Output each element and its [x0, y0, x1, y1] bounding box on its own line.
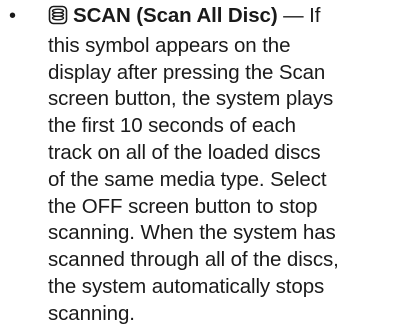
- line-6: track on all of the loaded discs: [48, 140, 321, 164]
- line-1: If: [309, 4, 321, 27]
- line-2: this symbol appears on the: [48, 33, 291, 57]
- line-7: of the same media type. Select: [48, 167, 327, 191]
- line-9: scanning. When the system has: [48, 221, 336, 245]
- line-5: the first 10 seconds of each: [48, 114, 296, 138]
- line-8: the OFF screen button to stop: [48, 194, 318, 218]
- line-10: scanned through all of the discs,: [48, 248, 339, 272]
- bullet-marker: •: [9, 5, 17, 27]
- line-12: scanning.: [48, 301, 135, 325]
- bullet-item-scan-all-disc: • SCAN (Scan All Disc) — If this symbol a…: [0, 0, 396, 327]
- description-paragraph: SCAN (Scan All Disc) — If this symbol app…: [48, 3, 394, 328]
- scan-all-disc-icon: [48, 5, 68, 33]
- term-separator: —: [277, 4, 310, 27]
- term-label: SCAN (Scan All Disc): [73, 4, 278, 27]
- line-3: display after pressing the Scan: [48, 60, 326, 84]
- line-11: the system automatically stops: [48, 274, 325, 298]
- line-4: screen button, the system plays: [48, 87, 334, 111]
